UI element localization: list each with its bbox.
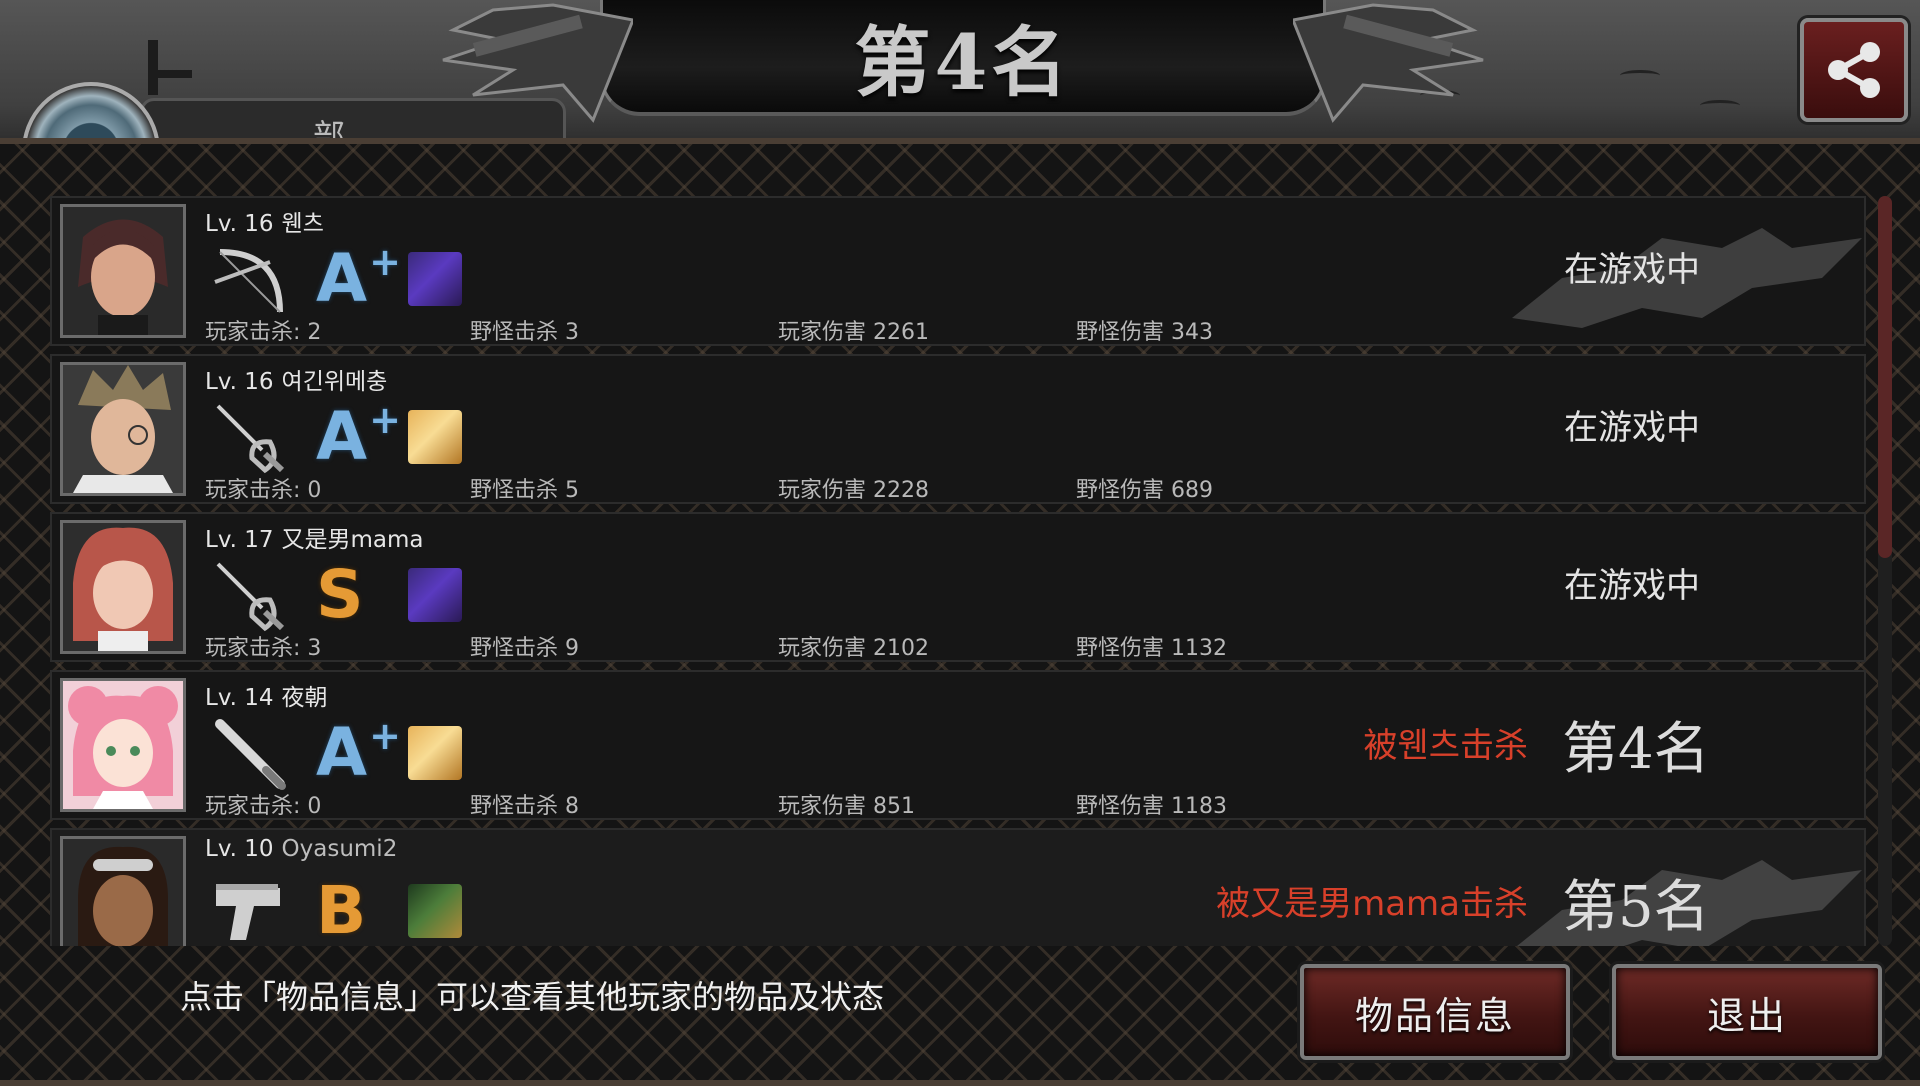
character-portrait-icon xyxy=(63,523,183,651)
player-row[interactable]: Lv. 16 웬츠 A+ 玩家击杀: 2 野怪击杀 3 玩家伤害 2261 野怪伤… xyxy=(50,196,1866,346)
character-portrait-icon xyxy=(63,207,183,335)
rank-text: 第5名 xyxy=(1562,875,1710,940)
title-plate: 第4名 xyxy=(442,0,1484,123)
rank-text: 第4名 xyxy=(1562,717,1710,782)
purple-gear-icon[interactable] xyxy=(408,252,462,306)
bread-icon[interactable] xyxy=(408,726,462,780)
monster-kills: 野怪击杀 5 xyxy=(470,478,579,503)
grade-letter: A xyxy=(316,240,368,317)
avatar[interactable] xyxy=(60,678,186,812)
right-wing-decoration-icon xyxy=(1293,3,1484,123)
player-name: 又是男mama xyxy=(281,527,424,553)
grade-suffix: + xyxy=(369,398,401,442)
player-level-name: Lv. 14 夜朝 xyxy=(205,678,328,712)
status-text: 在游戏中 xyxy=(1564,408,1700,448)
rapier-icon xyxy=(216,404,285,474)
grade-badge: A+ xyxy=(316,400,401,474)
player-kills: 玩家击杀: 2 xyxy=(205,320,322,345)
player-row[interactable]: Lv. 16 여긴위메충 A+ 玩家击杀: 0 野怪击杀 5 玩家伤害 2228 … xyxy=(50,354,1866,504)
status-text: 在游戏中 xyxy=(1564,250,1700,290)
post-silhouette xyxy=(148,70,192,78)
player-level: Lv. 17 xyxy=(205,527,274,553)
grade-letter: A xyxy=(316,398,368,475)
post-silhouette xyxy=(148,40,158,95)
monster-damage: 野怪伤害 1183 xyxy=(1076,794,1227,819)
player-list[interactable]: Lv. 16 웬츠 A+ 玩家击杀: 2 野怪击杀 3 玩家伤害 2261 野怪伤… xyxy=(50,196,1866,946)
rapier-icon xyxy=(216,562,285,632)
share-icon xyxy=(1828,42,1880,98)
avatar[interactable] xyxy=(60,836,186,946)
grade-letter: B xyxy=(316,872,367,947)
hint-text: 点击「物品信息」可以查看其他玩家的物品及状态 xyxy=(180,978,885,1016)
player-level-name: Lv. 16 웬츠 xyxy=(205,204,324,238)
character-portrait-icon xyxy=(63,681,183,809)
killed-by-text: 被又是男mama击杀 xyxy=(1216,884,1528,924)
avatar[interactable] xyxy=(60,520,186,654)
player-level-name: Lv. 16 여긴위메충 xyxy=(205,362,387,396)
player-damage: 玩家伤害 851 xyxy=(778,794,915,819)
portrait-card-icon[interactable] xyxy=(408,884,462,938)
bat-icon xyxy=(215,719,286,790)
grade-suffix: + xyxy=(369,714,401,758)
purple-gear-icon[interactable] xyxy=(408,568,462,622)
scrollbar[interactable] xyxy=(1878,196,1892,946)
results-panel: Lv. 16 웬츠 A+ 玩家击杀: 2 野怪击杀 3 玩家伤害 2261 野怪伤… xyxy=(0,138,1920,1086)
top-banner: 部 第4名 xyxy=(0,0,1920,150)
monster-damage: 野怪伤害 1132 xyxy=(1076,636,1227,661)
pistol-icon xyxy=(216,884,280,940)
item-info-button[interactable]: 物品信息 xyxy=(1300,964,1570,1060)
status-text: 在游戏中 xyxy=(1564,566,1700,606)
scrollbar-thumb[interactable] xyxy=(1878,196,1892,558)
player-level: Lv. 10 xyxy=(205,836,274,862)
player-damage: 玩家伤害 2228 xyxy=(778,478,929,503)
page-title: 第4名 xyxy=(854,18,1072,107)
player-kills: 玩家击杀: 0 xyxy=(205,794,322,819)
player-level: Lv. 14 xyxy=(205,685,274,711)
left-wing-decoration-icon xyxy=(442,3,633,123)
player-name: 夜朝 xyxy=(281,685,328,711)
player-level-name: Lv. 10 Oyasumi2 xyxy=(205,836,397,862)
player-level: Lv. 16 xyxy=(205,211,274,237)
exit-button[interactable]: 退出 xyxy=(1612,964,1882,1060)
grade-badge: S xyxy=(316,558,366,632)
player-row[interactable]: Lv. 14 夜朝 A+ 玩家击杀: 0 野怪击杀 8 玩家伤害 851 野怪伤害… xyxy=(50,670,1866,820)
grade-badge: B xyxy=(316,872,368,947)
grade-badge: A+ xyxy=(316,716,401,790)
player-name: 여긴위메충 xyxy=(281,369,388,395)
share-button[interactable] xyxy=(1800,18,1908,122)
bird-silhouette xyxy=(1620,70,1660,81)
monster-kills: 野怪击杀 8 xyxy=(470,794,579,819)
bow-icon xyxy=(214,249,283,313)
bottom-border xyxy=(0,1080,1920,1086)
monster-kills: 野怪击杀 3 xyxy=(470,320,579,345)
player-name: 웬츠 xyxy=(281,211,324,237)
bread-icon[interactable] xyxy=(408,410,462,464)
player-kills: 玩家击杀: 0 xyxy=(205,478,322,503)
grade-badge: A+ xyxy=(316,242,401,316)
player-row[interactable]: Lv. 17 又是男mama S 玩家击杀: 3 野怪击杀 9 玩家伤害 2102… xyxy=(50,512,1866,662)
grade-letter: S xyxy=(316,556,364,633)
player-name: Oyasumi2 xyxy=(281,836,398,862)
avatar[interactable] xyxy=(60,362,186,496)
player-damage: 玩家伤害 2261 xyxy=(778,320,929,345)
character-portrait-icon xyxy=(63,365,183,493)
player-level: Lv. 16 xyxy=(205,369,274,395)
monster-damage: 野怪伤害 343 xyxy=(1076,320,1213,345)
player-kills: 玩家击杀: 3 xyxy=(205,636,322,661)
avatar[interactable] xyxy=(60,204,186,338)
monster-damage: 野怪伤害 689 xyxy=(1076,478,1213,503)
player-row[interactable]: Lv. 10 Oyasumi2 B 被又是男mama击杀 第5名 xyxy=(50,828,1866,946)
grade-suffix: + xyxy=(369,240,401,284)
character-portrait-icon xyxy=(63,839,183,946)
bird-silhouette xyxy=(1700,100,1740,111)
grade-letter: A xyxy=(316,714,368,791)
killed-by-text: 被웬츠击杀 xyxy=(1363,726,1528,766)
player-level-name: Lv. 17 又是男mama xyxy=(205,520,424,554)
monster-kills: 野怪击杀 9 xyxy=(470,636,579,661)
player-damage: 玩家伤害 2102 xyxy=(778,636,929,661)
